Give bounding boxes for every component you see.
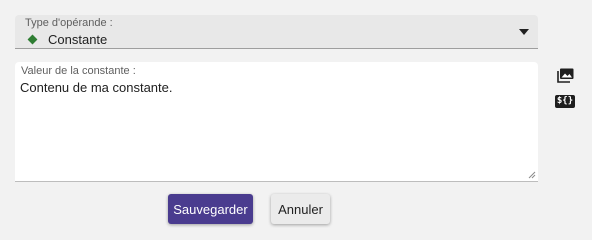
save-button[interactable]: Sauvegarder: [168, 194, 253, 224]
insert-variable-icon[interactable]: ${}: [554, 93, 576, 109]
constant-value-text[interactable]: Contenu de ma constante.: [20, 80, 173, 95]
operand-type-value: Constante: [48, 31, 108, 47]
insert-image-icon[interactable]: [556, 67, 574, 83]
cancel-button[interactable]: Annuler: [271, 194, 330, 224]
constant-value-label: Valeur de la constante :: [21, 65, 136, 77]
variable-icon: ${}: [554, 94, 576, 108]
dropdown-arrow-icon[interactable]: [519, 29, 529, 35]
operand-editor: Type d'opérande : Constante Valeur de la…: [0, 0, 592, 240]
operand-type-value-row: Constante: [27, 31, 108, 47]
diamond-icon: [27, 34, 38, 44]
constant-value-textarea[interactable]: Valeur de la constante : Contenu de ma c…: [15, 62, 538, 182]
operand-type-select[interactable]: Type d'opérande : Constante: [15, 15, 538, 49]
operand-type-label: Type d'opérande :: [25, 17, 113, 29]
resize-handle-icon[interactable]: [528, 171, 536, 179]
